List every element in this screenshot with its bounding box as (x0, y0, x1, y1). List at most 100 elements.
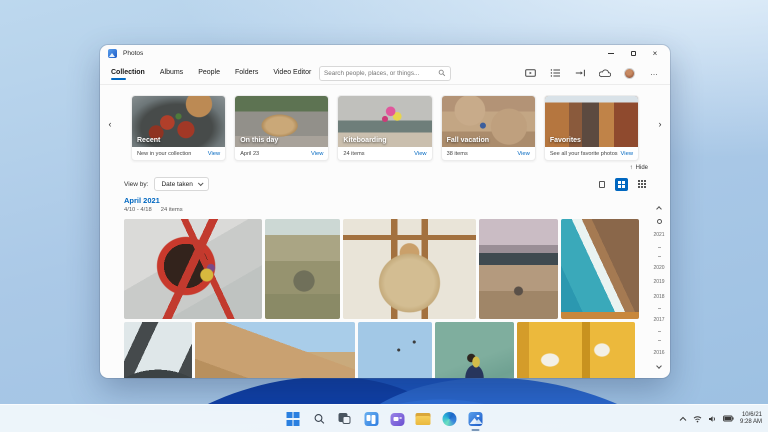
titlebar: Photos × (100, 45, 670, 62)
item-count: 24 items (161, 207, 183, 213)
timeline-year[interactable]: 2021 (653, 232, 664, 238)
photo-grid (124, 219, 642, 378)
timeline-year[interactable]: 2018 (653, 294, 664, 300)
tab-folders[interactable]: Folders (234, 65, 259, 82)
taskbar-apps (285, 405, 484, 432)
card-recent[interactable]: Recent New in your collection View (131, 95, 226, 161)
photo-yellow-palace-walls[interactable] (517, 322, 635, 378)
see-more-icon[interactable]: … (648, 67, 660, 79)
photo-puppy-on-chair[interactable] (343, 219, 476, 319)
card-title: On this day (240, 137, 278, 144)
photo-swimmer-green-water[interactable] (435, 322, 514, 378)
widgets-button[interactable] (363, 408, 380, 430)
import-icon[interactable] (574, 67, 586, 79)
tab-video-editor[interactable]: Video Editor (272, 65, 312, 82)
active-app-indicator (471, 429, 479, 431)
card-view-link[interactable]: View (311, 151, 323, 157)
card-title: Recent (137, 137, 160, 144)
photos-app-window: Photos × Collection Albums People Folder… (100, 45, 670, 378)
view-by-label: View by: (124, 181, 148, 188)
close-icon: × (653, 50, 658, 58)
hide-label: Hide (636, 165, 648, 171)
task-view-button[interactable] (337, 408, 354, 430)
timeline-down-icon[interactable] (656, 363, 662, 369)
photo-eiffel-tower-from-below[interactable] (124, 322, 192, 378)
window-title: Photos (123, 50, 143, 57)
photo-red-carousel-top-view[interactable] (124, 219, 262, 319)
maximize-icon (631, 51, 636, 56)
card-title: Kiteboarding (343, 137, 386, 144)
card-view-link[interactable]: View (414, 151, 426, 157)
timeline-year[interactable]: 2016 (653, 350, 664, 356)
card-view-link[interactable]: View (621, 151, 633, 157)
taskbar-clock[interactable]: 10/6/21 9:28 AM (740, 412, 762, 426)
single-view-button[interactable] (595, 178, 608, 191)
timeline-year[interactable]: 2020 (653, 265, 664, 271)
photo-rocky-shore-crowd[interactable] (479, 219, 558, 319)
minimize-button[interactable] (604, 48, 618, 59)
start-button[interactable] (285, 408, 302, 430)
task-view-icon (338, 412, 353, 427)
battery-icon[interactable] (723, 415, 734, 422)
card-view-link[interactable]: View (517, 151, 529, 157)
onedrive-cloud-icon[interactable] (599, 67, 611, 79)
wifi-icon[interactable] (693, 415, 702, 423)
card-kiteboarding[interactable]: Kiteboarding 24 items View (337, 95, 432, 161)
search-icon (438, 69, 446, 77)
card-favorites[interactable]: Favorites See all your favorite photos V… (544, 95, 639, 161)
card-on-this-day[interactable]: On this day April 23 View (234, 95, 329, 161)
carousel-next-button[interactable]: › (655, 119, 665, 129)
month-title[interactable]: April 2021 (124, 196, 670, 205)
timeline-position-marker[interactable] (657, 219, 662, 224)
tab-albums[interactable]: Albums (159, 65, 184, 82)
timeline-up-icon[interactable] (656, 206, 662, 212)
edge-button[interactable] (441, 408, 458, 430)
card-caption: New in your collection (137, 151, 191, 157)
card-favorites-photo: Favorites (545, 96, 638, 147)
volume-icon[interactable] (708, 415, 717, 423)
timeline-tick (658, 308, 661, 309)
card-caption: April 23 (240, 151, 259, 157)
nav-tabs: Collection Albums People Folders Video E… (110, 65, 312, 82)
tab-people[interactable]: People (197, 65, 221, 82)
photo-star-sculpture-kites[interactable] (358, 322, 432, 378)
system-tray: 10/6/21 9:28 AM (679, 412, 762, 426)
select-icon[interactable] (549, 67, 561, 79)
dense-grid-view-button[interactable] (635, 178, 648, 191)
search-input[interactable] (324, 70, 438, 77)
maximize-button[interactable] (626, 48, 640, 59)
toolbar: … (524, 67, 660, 79)
card-on-this-day-photo: On this day (235, 96, 328, 147)
windows-start-icon (286, 412, 300, 426)
timeline-year[interactable]: 2017 (653, 317, 664, 323)
widgets-icon (364, 412, 378, 426)
chat-button[interactable] (389, 408, 406, 430)
close-button[interactable]: × (648, 48, 662, 59)
taskbar-search-button[interactable] (311, 408, 328, 430)
card-fall-vacation[interactable]: Fall vacation 38 items View (441, 95, 536, 161)
carousel-cards: Recent New in your collection View On th… (131, 95, 639, 161)
file-explorer-button[interactable] (415, 408, 432, 430)
hide-carousel-link[interactable]: ↑ Hide (100, 161, 670, 174)
tray-chevron-up-icon[interactable] (679, 416, 687, 422)
search-box[interactable] (319, 66, 451, 81)
photo-desert-rock-ridge[interactable] (195, 322, 355, 378)
slideshow-icon[interactable] (524, 67, 536, 79)
grid-medium-icon (618, 181, 625, 188)
photo-coastal-cliffs-surf[interactable] (561, 219, 639, 319)
desktop: Photos × Collection Albums People Folder… (0, 0, 768, 432)
timeline-tick (658, 247, 661, 248)
tab-collection[interactable]: Collection (110, 65, 146, 82)
card-caption: See all your favorite photos (550, 151, 618, 157)
grid-view-button-selected[interactable] (615, 178, 628, 191)
date-range: 4/10 - 4/18 (124, 207, 152, 213)
account-avatar[interactable] (624, 68, 635, 79)
photos-taskbar-button[interactable] (467, 408, 484, 430)
card-view-link[interactable]: View (208, 151, 220, 157)
photo-city-aerial-view[interactable] (265, 219, 340, 319)
timeline-year[interactable]: 2019 (653, 279, 664, 285)
view-controls-row: View by: Date taken (100, 174, 670, 194)
date-taken-dropdown[interactable]: Date taken (154, 177, 208, 191)
carousel-prev-button[interactable]: ‹ (105, 119, 115, 129)
photos-app-icon (108, 49, 117, 58)
